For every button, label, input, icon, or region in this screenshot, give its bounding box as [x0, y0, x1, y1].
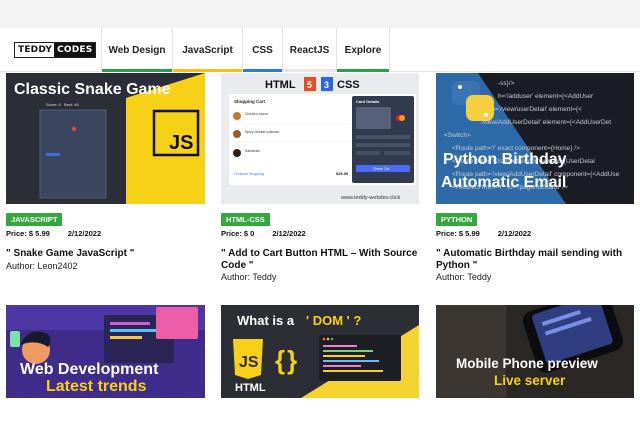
card-price: Price: $ 0 [221, 229, 255, 238]
nav-item-explore[interactable]: Explore [336, 28, 390, 72]
card-title[interactable]: " Add to Cart Button HTML – With Source … [221, 248, 421, 272]
code-line-5: <Switch> [444, 132, 471, 139]
nav-item-reactjs[interactable]: ReactJS [282, 28, 336, 72]
html-label: HTML [265, 79, 296, 91]
card-title[interactable]: " Snake Game JavaScript " [6, 248, 206, 260]
cart-item-1: Chicken momo [245, 112, 268, 116]
webdev-headline-1: Web Development [20, 361, 159, 378]
nav-item-label: ReactJS [289, 44, 330, 56]
svg-text:}: } [287, 345, 297, 375]
python-birthday-thumbnail-art: -ss}/> h='/adduser' element={<AddUser at… [436, 73, 634, 204]
card-date: 2/12/2022 [497, 229, 532, 238]
main-nav: Web Design JavaScript CSS ReactJS Explor… [101, 28, 390, 72]
card-date: 2/12/2022 [272, 229, 306, 238]
code-line-2: h='/adduser' element={<AddUser [498, 93, 594, 100]
what-is-dom-thumbnail-art: What is a ' DOM ' ? JS { } HTML [221, 305, 419, 398]
nav-item-label: CSS [252, 44, 273, 56]
card-author: Author: Leon2402 [6, 261, 78, 271]
braces-icon: { [275, 345, 285, 375]
python-headline-2: Automatic Email [441, 174, 566, 191]
nav-item-javascript[interactable]: JavaScript [172, 28, 242, 72]
css-label: CSS [337, 79, 360, 91]
mobile-preview-thumbnail-art: Mobile Phone preview Live server [436, 305, 634, 398]
card-thumbnail-snake-game[interactable]: Classic Snake Game Score: 0 Best: 46 JS [6, 73, 205, 204]
checkout-button: Check Out [373, 167, 390, 171]
card-title[interactable]: " Automatic Birthday mail sending with P… [436, 248, 636, 272]
snake-game-thumbnail-art: Classic Snake Game Score: 0 Best: 46 JS [6, 73, 205, 204]
add-to-cart-thumbnail-art: HTML 5 3 CSS Shopping Cart Chicken momo … [221, 73, 419, 204]
card-thumbnail-add-to-cart[interactable]: HTML 5 3 CSS Shopping Cart Chicken momo … [221, 73, 419, 204]
nav-item-label: Explore [344, 44, 382, 56]
card-meta: Price: $ 5.99 2/12/2022 [436, 229, 531, 238]
top-band [0, 0, 640, 28]
webdev-headline-2: Latest trends [46, 378, 147, 395]
mobile-headline-1: Mobile Phone preview [456, 356, 598, 371]
card-thumbnail-what-is-dom[interactable]: What is a ' DOM ' ? JS { } HTML [221, 305, 419, 398]
code-line-4: '/view/AddUserDetail' element={<AddUserD… [480, 119, 611, 126]
cart-title: Shopping Cart [234, 99, 265, 104]
snake-score: Score: 0 [46, 102, 62, 107]
code-line-3: ath='/view/userDetail' element={< [486, 106, 582, 113]
card-thumbnail-web-development[interactable]: Web Development Latest trends [6, 305, 205, 398]
js-logo-text: JS [169, 132, 193, 154]
card-thumbnail-mobile-preview[interactable]: Mobile Phone preview Live server [436, 305, 634, 398]
page: TEDDY CODES Web Design JavaScript CSS Re… [0, 0, 640, 427]
site-header: TEDDY CODES Web Design JavaScript CSS Re… [0, 28, 640, 72]
web-development-thumbnail-art: Web Development Latest trends [6, 305, 205, 398]
category-badge[interactable]: PYTHON [436, 213, 478, 226]
nav-item-web-design[interactable]: Web Design [101, 28, 172, 72]
logo-part-1: TEDDY [15, 43, 55, 57]
dom-js-label: JS [239, 354, 259, 371]
category-badge[interactable]: JAVASCRIPT [6, 213, 63, 226]
card-thumbnail-python-birthday[interactable]: -ss}/> h='/adduser' element={<AddUser at… [436, 73, 634, 204]
mobile-headline-2: Live server [494, 373, 566, 388]
card-date: 2/12/2022 [67, 229, 102, 238]
dom-html-label: HTML [235, 382, 266, 394]
site-logo[interactable]: TEDDY CODES [14, 42, 97, 58]
code-line-1: -ss}/> [498, 80, 515, 87]
cart-item-2: Spicy chicken pakoda [245, 130, 279, 134]
snake-game-headline: Classic Snake Game [14, 81, 171, 98]
nav-item-css[interactable]: CSS [242, 28, 282, 72]
svg-text:3: 3 [324, 80, 329, 90]
python-headline-1: Python Birthday [443, 151, 567, 168]
dom-headline-2: ' DOM ' ? [306, 313, 361, 328]
watermark: www.teddy-webdev.click [340, 195, 400, 201]
card-author: Author: Teddy [221, 272, 277, 282]
cart-item-3: Sandwich [245, 149, 260, 153]
snake-best-score: Best: 46 [64, 102, 79, 107]
nav-item-label: JavaScript [182, 44, 233, 56]
card-meta: Price: $ 5.99 2/12/2022 [6, 229, 101, 238]
card-details-title: Card Details [356, 99, 380, 104]
category-badge[interactable]: HTML-CSS [221, 213, 270, 226]
card-price: Price: $ 5.99 [436, 229, 480, 238]
continue-shopping-link: Continue Shopping [234, 172, 264, 176]
cart-total: $26.99 [336, 171, 349, 176]
dom-headline-1: What is a [237, 313, 295, 328]
card-price: Price: $ 5.99 [6, 229, 50, 238]
nav-item-label: Web Design [108, 44, 166, 56]
card-author: Author: Teddy [436, 272, 492, 282]
card-meta: Price: $ 0 2/12/2022 [221, 229, 306, 238]
svg-text:5: 5 [307, 80, 312, 90]
logo-part-2: CODES [54, 43, 96, 57]
